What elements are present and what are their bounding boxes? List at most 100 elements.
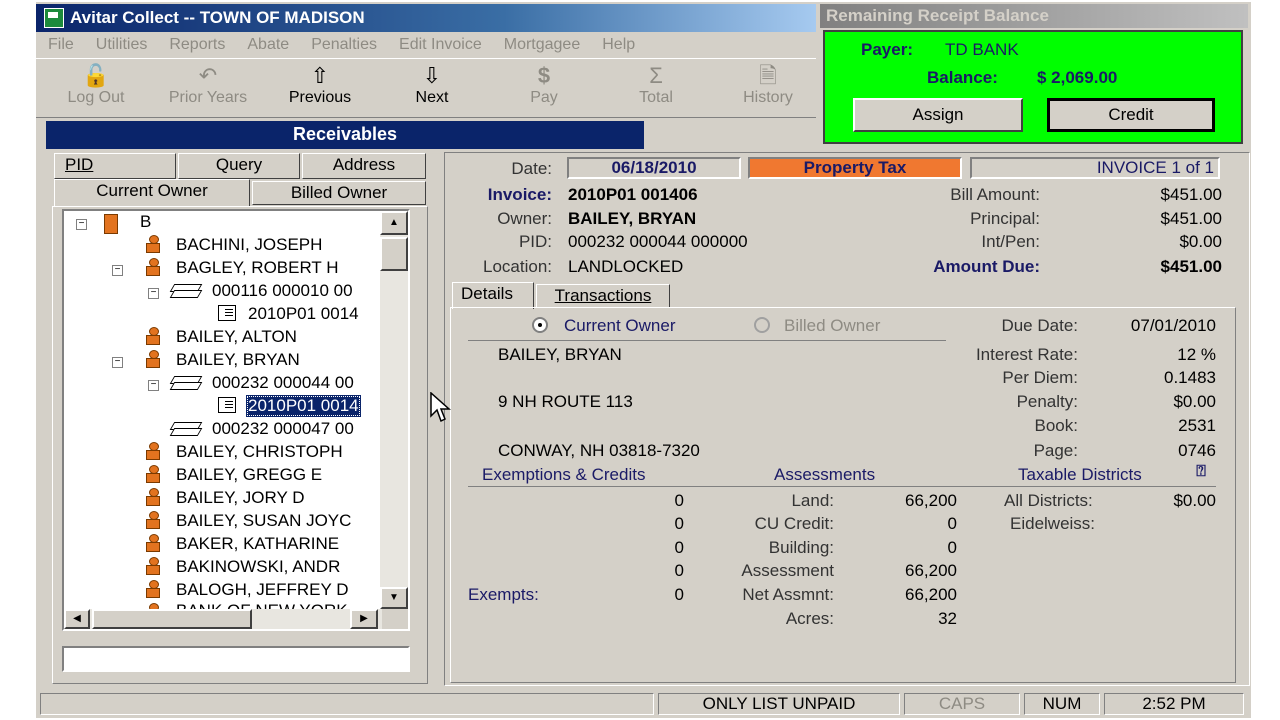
prior-years-button[interactable]: ↶ Prior Years (152, 63, 264, 113)
tree-item-owner[interactable]: BAKINOWSKI, ANDR (176, 556, 340, 578)
search-input[interactable] (62, 646, 410, 672)
tree-item-owner[interactable]: BAILEY, BRYAN (176, 349, 300, 371)
date-field[interactable]: 06/18/2010 (567, 157, 741, 179)
tree-item-parcel[interactable]: 000232 000044 00 (212, 372, 354, 394)
history-label: History (743, 89, 793, 106)
menu-mortgagee[interactable]: Mortgagee (504, 36, 581, 54)
menu-penalties[interactable]: Penalties (311, 36, 377, 54)
tree-item-owner[interactable]: BAILEY, CHRISTOPH (176, 441, 343, 463)
tab-details[interactable]: Details (452, 282, 534, 309)
next-button[interactable]: ⇩ Next (376, 63, 488, 113)
total-label: Total (639, 89, 673, 106)
tree-item-parcel[interactable]: 000232 000047 00 (212, 418, 354, 440)
book-label: Book: (1034, 416, 1078, 435)
menu-utilities[interactable]: Utilities (96, 36, 148, 54)
tab-pid[interactable]: PID (54, 153, 176, 179)
receivables-tree: − B BACHINI, JOSEPH − BAGLEY, ROBERT H −… (62, 209, 410, 631)
divider (468, 486, 1216, 487)
tree-item-letter[interactable]: B (140, 211, 151, 233)
menu-edit-invoice[interactable]: Edit Invoice (399, 36, 482, 54)
tree-item-owner[interactable]: BAILEY, JORY D (176, 487, 305, 509)
previous-button[interactable]: ⇧ Previous (264, 63, 376, 113)
scroll-right-icon[interactable]: ▶ (350, 609, 378, 629)
person-icon (146, 327, 160, 345)
scroll-thumb[interactable] (380, 237, 408, 271)
history-icon: 🗎 (759, 63, 777, 88)
assessment-label: Assessment (741, 561, 834, 580)
tab-transactions[interactable]: Transactions (536, 284, 670, 308)
assessment-value: 66,200 (905, 561, 957, 580)
districts-header: Taxable Districts (1018, 465, 1142, 484)
bill-amount-label: Bill Amount: (950, 185, 1040, 204)
tab-billed-owner[interactable]: Billed Owner (252, 181, 426, 205)
tab-query[interactable]: Query (178, 153, 300, 179)
tree-item-parcel[interactable]: 000116 000010 00 (212, 280, 353, 302)
help-icon[interactable]: ⍰ (1188, 463, 1214, 485)
undo-arrow-icon: ↶ (198, 63, 218, 88)
divider (468, 340, 946, 341)
status-num: NUM (1024, 693, 1100, 715)
collapse-icon[interactable]: − (148, 288, 159, 299)
page-value: 0746 (1178, 441, 1216, 460)
amount-due-label: Amount Due: (933, 257, 1040, 276)
hscroll-thumb[interactable] (92, 609, 252, 629)
billed-owner-radio[interactable] (754, 317, 770, 333)
principal-label: Principal: (970, 209, 1040, 228)
tree-item-owner[interactable]: BAILEY, ALTON (176, 326, 297, 348)
tree-item-owner[interactable]: BAGLEY, ROBERT H (176, 257, 339, 279)
tab-pid-label: PID (65, 155, 94, 174)
folder-icon (104, 214, 118, 234)
credit-button[interactable]: Credit (1047, 98, 1215, 132)
window-title: Avitar Collect -- TOWN OF MADISON (70, 8, 365, 27)
tree-item-owner[interactable]: BAILEY, GREGG E (176, 464, 322, 486)
payer-value: TD BANK (945, 40, 1019, 59)
tree-item-owner[interactable]: BALOGH, JEFFREY D (176, 579, 349, 601)
assign-button[interactable]: Assign (853, 98, 1023, 132)
bill-amount-value: $451.00 (1160, 185, 1222, 204)
collapse-icon[interactable]: − (112, 357, 123, 368)
pay-button[interactable]: $ Pay (488, 63, 600, 113)
invoice-icon (218, 305, 236, 321)
logout-button[interactable]: 🔓 Log Out (40, 63, 152, 113)
menu-reports[interactable]: Reports (169, 36, 225, 54)
balance-value: $ 2,069.00 (1037, 68, 1118, 87)
tree-vertical-scrollbar[interactable]: ▲ ▼ (380, 211, 408, 609)
tree-horizontal-scrollbar[interactable]: ◀ ▶ (64, 609, 382, 629)
person-icon (146, 442, 160, 460)
tree-item-owner[interactable]: BAILEY, SUSAN JOYC (176, 510, 351, 532)
collapse-icon[interactable]: − (148, 380, 159, 391)
menu-help[interactable]: Help (602, 36, 635, 54)
scroll-up-icon[interactable]: ▲ (380, 211, 408, 235)
history-button[interactable]: 🗎 History (712, 63, 824, 113)
address-line-3: CONWAY, NH 03818-7320 (498, 441, 700, 460)
tax-type-field[interactable]: Property Tax (748, 157, 962, 179)
status-time: 2:52 PM (1104, 693, 1244, 715)
interest-rate-value: 12 % (1177, 345, 1216, 364)
scroll-corner (382, 609, 408, 629)
scroll-left-icon[interactable]: ◀ (64, 609, 90, 629)
tree-item-invoice[interactable]: 2010P01 0014 (248, 303, 359, 325)
tab-billed-owner-label: Billed Owner (290, 183, 388, 202)
parcel-stack-icon (170, 282, 200, 298)
land-label: Land: (791, 491, 834, 510)
tab-address-label: Address (332, 155, 396, 174)
menu-abate[interactable]: Abate (247, 36, 289, 54)
tab-address[interactable]: Address (302, 153, 426, 179)
total-button[interactable]: Σ Total (600, 63, 712, 113)
due-date-label: Due Date: (1001, 316, 1078, 335)
tree-item-owner[interactable]: BAKER, KATHARINE (176, 533, 339, 555)
tree-item-invoice-selected[interactable]: 2010P01 0014 (246, 395, 361, 417)
collapse-icon[interactable]: − (112, 265, 123, 276)
status-message (40, 693, 654, 715)
per-diem-value: 0.1483 (1164, 368, 1216, 387)
collapse-icon[interactable]: − (76, 219, 87, 230)
tree-item-owner[interactable]: BACHINI, JOSEPH (176, 234, 322, 256)
menu-file[interactable]: File (48, 36, 74, 54)
arrow-up-icon: ⇧ (310, 63, 330, 88)
scroll-down-icon[interactable]: ▼ (380, 587, 408, 609)
address-line-1: BAILEY, BRYAN (498, 345, 622, 364)
land-value: 66,200 (905, 491, 957, 510)
person-icon (146, 350, 160, 368)
current-owner-radio[interactable] (532, 317, 548, 333)
tab-current-owner[interactable]: Current Owner (54, 179, 250, 207)
